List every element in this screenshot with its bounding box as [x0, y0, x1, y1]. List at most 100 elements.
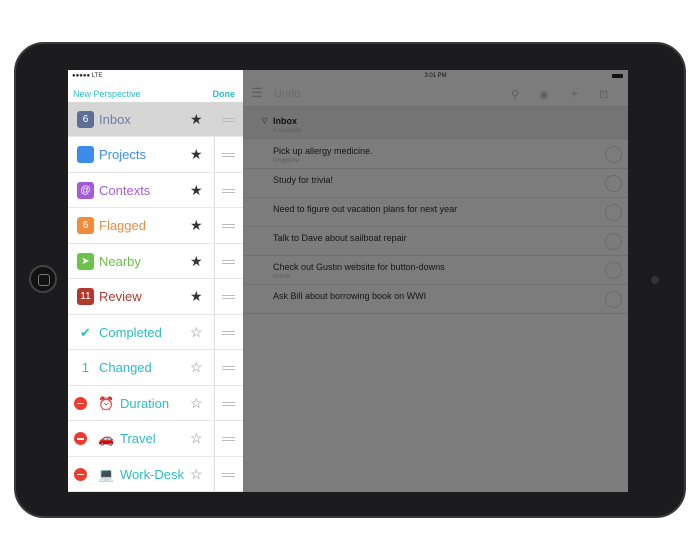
- icon-glyph: @: [80, 184, 91, 196]
- icon-glyph: 6: [82, 113, 89, 125]
- perspective-list: 6 Inbox ★ Projects ★ @ Contexts ★ 6 Flagged ★ ➤ Near…: [68, 101, 243, 492]
- divider: [214, 279, 215, 314]
- delete-icon[interactable]: [74, 432, 87, 445]
- checkbox-circle[interactable]: [605, 204, 622, 221]
- contexts-icon: @: [77, 181, 94, 199]
- sidebar-item-nearby[interactable]: ➤ Nearby ★: [68, 243, 243, 279]
- divider: [214, 172, 215, 207]
- inbox-section-header[interactable]: ▽ Inbox 6 available: [243, 107, 628, 139]
- reorder-handle-icon[interactable]: [222, 188, 235, 193]
- divider: [214, 421, 215, 456]
- reorder-handle-icon[interactable]: [222, 472, 235, 477]
- sidebar-item-contexts[interactable]: @ Contexts ★: [68, 172, 243, 208]
- sidebar-toggle-icon[interactable]: ☰: [251, 85, 263, 101]
- home-button[interactable]: [29, 265, 57, 293]
- task-row[interactable]: Study for trivia!: [243, 169, 628, 198]
- task-row[interactable]: Check out Gustin website for button-down…: [243, 256, 628, 285]
- reorder-handle-icon[interactable]: [222, 295, 235, 299]
- task-row[interactable]: Ask Bill about borrowing book on WWI: [243, 285, 628, 314]
- star-filled-icon[interactable]: ★: [190, 182, 203, 199]
- search-icon[interactable]: ⚲: [511, 88, 519, 101]
- sidebar-item-flagged[interactable]: 6 Flagged ★: [68, 208, 243, 244]
- inbox-pane: 3:01 PM ☰ Undo ⚲ ◉ + ⊡ ▽ Inbox 6 availab…: [243, 70, 628, 492]
- icon-glyph: ➤: [81, 255, 90, 267]
- checkbox-circle[interactable]: [605, 233, 622, 250]
- star-outline-icon[interactable]: ☆: [190, 359, 203, 376]
- divider: [214, 456, 215, 491]
- star-outline-icon[interactable]: ☆: [190, 324, 203, 341]
- reorder-handle-icon[interactable]: [222, 366, 235, 370]
- eye-icon[interactable]: ◉: [539, 88, 549, 101]
- star-filled-icon[interactable]: ★: [190, 288, 203, 305]
- reorder-handle-icon[interactable]: [222, 259, 235, 264]
- undo-button[interactable]: Undo: [274, 88, 300, 100]
- sidebar-item-changed[interactable]: 1 Changed ☆: [68, 350, 243, 386]
- reorder-handle-icon[interactable]: [222, 437, 235, 441]
- icon-glyph: 💻: [98, 466, 115, 482]
- task-title: Talk to Dave about sailboat repair: [273, 233, 407, 243]
- icon-glyph: 6: [82, 220, 89, 231]
- laptop-icon: 💻: [98, 466, 115, 483]
- calendar-icon: 1: [77, 359, 94, 376]
- done-button[interactable]: Done: [213, 89, 236, 99]
- checkbox-circle[interactable]: [605, 291, 622, 308]
- star-filled-icon[interactable]: ★: [190, 253, 203, 270]
- reorder-handle-icon[interactable]: [222, 401, 235, 406]
- sidebar-item-label: Inbox: [99, 111, 131, 127]
- task-row[interactable]: Talk to Dave about sailboat repair: [243, 227, 628, 256]
- inbox-icon: 6: [77, 110, 94, 128]
- reorder-handle-icon[interactable]: [222, 117, 235, 122]
- reorder-handle-icon[interactable]: [222, 224, 235, 228]
- task-row[interactable]: Need to figure out vacation plans for ne…: [243, 198, 628, 227]
- star-outline-icon[interactable]: ☆: [190, 430, 203, 447]
- divider: [214, 137, 215, 172]
- add-icon[interactable]: +: [570, 85, 578, 101]
- sidebar-item-label: Completed: [99, 324, 162, 340]
- divider: [214, 385, 215, 420]
- divider: [214, 350, 215, 385]
- sidebar-item-inbox[interactable]: 6 Inbox ★: [68, 101, 243, 137]
- disclosure-triangle-icon[interactable]: ▽: [262, 117, 267, 125]
- alarm-icon: ⏰: [98, 395, 115, 412]
- icon-glyph: 1: [81, 360, 90, 375]
- checkbox-circle[interactable]: [605, 262, 622, 279]
- sidebar-header: New Perspective Done: [68, 83, 243, 101]
- screen: ●●●●● LTE New Perspective Done 6 Inbox ★ Pr…: [68, 70, 628, 492]
- checkbox-circle[interactable]: [605, 175, 622, 192]
- status-time: 3:01 PM: [243, 70, 628, 83]
- camera: [651, 276, 659, 284]
- inbox-tray-icon[interactable]: ⊡: [599, 88, 608, 101]
- task-context: Drugstore: [273, 158, 300, 164]
- checkbox-circle[interactable]: [605, 146, 622, 163]
- star-outline-icon[interactable]: ☆: [190, 466, 203, 483]
- sidebar-item-review[interactable]: 11 Review ★: [68, 279, 243, 315]
- star-outline-icon[interactable]: ☆: [190, 395, 203, 412]
- delete-icon[interactable]: [74, 467, 87, 481]
- star-filled-icon[interactable]: ★: [190, 146, 203, 163]
- task-row[interactable]: Pick up allergy medicine. Drugstore: [243, 140, 628, 169]
- location-icon: ➤: [77, 252, 94, 270]
- section-title: Inbox: [273, 116, 297, 126]
- projects-icon: [77, 146, 94, 163]
- sidebar-item-label: Duration: [120, 395, 170, 411]
- sidebar-item-projects[interactable]: Projects ★: [68, 137, 243, 173]
- status-carrier: ●●●●● LTE: [72, 73, 103, 79]
- toolbar: ☰ Undo ⚲ ◉ + ⊡: [243, 83, 628, 107]
- reorder-handle-icon[interactable]: [222, 330, 235, 335]
- sidebar-item-travel[interactable]: 🚗 Travel ☆: [68, 421, 243, 457]
- star-filled-icon[interactable]: ★: [190, 111, 203, 128]
- task-title: Need to figure out vacation plans for ne…: [273, 204, 458, 214]
- sidebar-item-label: Flagged: [99, 218, 146, 233]
- sidebar-item-work-desk[interactable]: 💻 Work-Desk ☆: [68, 456, 243, 492]
- sidebar-item-duration[interactable]: ⏰ Duration ☆: [68, 385, 243, 421]
- section-subtitle: 6 available: [273, 128, 302, 134]
- task-title: Pick up allergy medicine.: [273, 146, 373, 156]
- new-perspective-button[interactable]: New Perspective: [73, 89, 141, 99]
- sidebar-item-label: Projects: [99, 147, 146, 162]
- star-filled-icon[interactable]: ★: [190, 217, 203, 234]
- task-title: Check out Gustin website for button-down…: [273, 262, 445, 272]
- reorder-handle-icon[interactable]: [222, 153, 235, 157]
- delete-icon[interactable]: [74, 396, 87, 410]
- sidebar-item-label: Travel: [120, 431, 156, 446]
- sidebar-item-completed[interactable]: ✔ Completed ☆: [68, 314, 243, 350]
